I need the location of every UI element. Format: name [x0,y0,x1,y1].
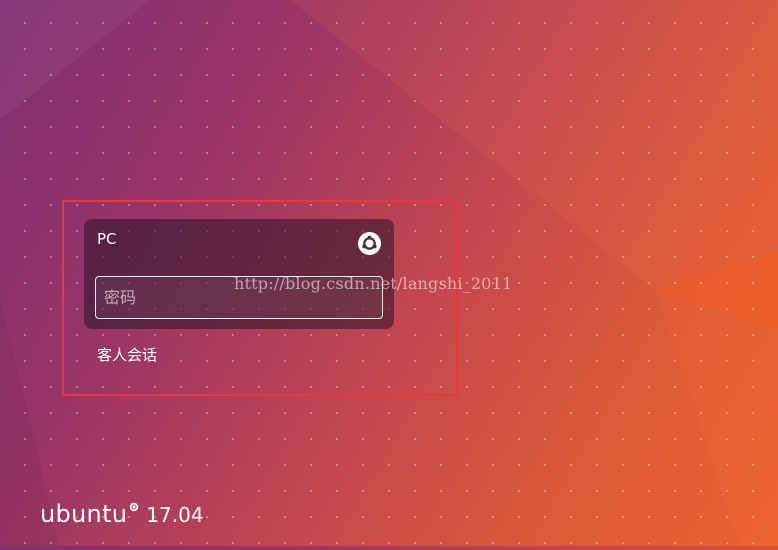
ubuntu-version: 17.04 [146,503,204,527]
guest-session-link[interactable]: 客人会话 [97,344,157,365]
session-icon[interactable] [358,232,381,255]
ubuntu-circle-icon [130,502,139,512]
ubuntu-logo: ubuntu [40,500,128,528]
ubuntu-brand: ubuntu 17.04 [40,500,204,528]
watermark-text: http://blog.csdn.net/langshi_2011 [234,274,513,293]
user-name: PC [97,230,117,248]
